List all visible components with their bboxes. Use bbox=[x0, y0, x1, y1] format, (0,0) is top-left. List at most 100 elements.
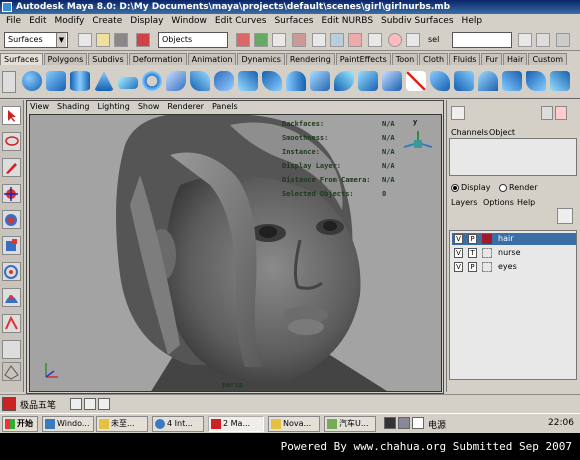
intersect-icon[interactable] bbox=[382, 71, 402, 91]
tray-icon-1[interactable] bbox=[384, 417, 396, 429]
new-scene-icon[interactable] bbox=[78, 33, 92, 47]
detach-surfaces-icon[interactable] bbox=[478, 71, 498, 91]
ime-punct-icon[interactable] bbox=[84, 398, 96, 410]
menu-file[interactable]: File bbox=[2, 14, 25, 28]
render-radio[interactable] bbox=[499, 184, 507, 192]
layers-menu[interactable]: Layers bbox=[451, 198, 477, 207]
taskbar-button-maya[interactable]: 2 Ma... bbox=[208, 416, 264, 432]
layer-color-swatch[interactable] bbox=[482, 234, 492, 244]
snap-point-icon[interactable] bbox=[348, 33, 362, 47]
panel-menu-panels[interactable]: Panels bbox=[212, 101, 246, 113]
panel-menu-show[interactable]: Show bbox=[138, 101, 168, 113]
show-manipulator-icon[interactable] bbox=[2, 314, 21, 333]
shelf-tab-subdivs[interactable]: Subdivs bbox=[88, 53, 128, 65]
shelf-tab-dynamics[interactable]: Dynamics bbox=[237, 53, 285, 65]
object-mode-field[interactable]: Objects bbox=[158, 32, 228, 48]
boundary-icon[interactable] bbox=[286, 71, 306, 91]
taskbar-button-windows[interactable]: Windo... bbox=[42, 416, 94, 432]
layer-color-swatch[interactable] bbox=[482, 262, 492, 272]
nurbs-cube-icon[interactable] bbox=[46, 71, 66, 91]
ime-logo-icon[interactable] bbox=[2, 397, 16, 411]
perspective-viewport[interactable]: Backfaces: N/A Smoothness: N/A Instance:… bbox=[29, 114, 442, 392]
layer-type-toggle[interactable]: P bbox=[468, 234, 477, 244]
layer-visibility-toggle[interactable]: V bbox=[454, 234, 463, 244]
snap-curve-icon[interactable] bbox=[330, 33, 344, 47]
layer-type-toggle[interactable]: T bbox=[468, 248, 477, 258]
layer-help-menu[interactable]: Help bbox=[517, 198, 535, 207]
shelf-tab-cloth[interactable]: Cloth bbox=[419, 53, 449, 65]
layer-row-eyes[interactable]: V P eyes bbox=[452, 261, 576, 273]
select-tool-icon[interactable] bbox=[2, 106, 21, 125]
panel-menu-view[interactable]: View bbox=[30, 101, 57, 113]
menu-subdiv-surfaces[interactable]: Subdiv Surfaces bbox=[377, 14, 458, 28]
shelf-tab-hair[interactable]: Hair bbox=[503, 53, 528, 65]
menu-window[interactable]: Window bbox=[167, 14, 211, 28]
shelf-menu-icon[interactable] bbox=[2, 71, 16, 93]
revolve-icon[interactable] bbox=[166, 71, 186, 91]
lattice-tool-icon[interactable] bbox=[2, 362, 21, 381]
nurbs-sphere-icon[interactable] bbox=[22, 71, 42, 91]
menu-help[interactable]: Help bbox=[458, 14, 487, 28]
tool-settings-icon[interactable] bbox=[536, 33, 550, 47]
select-joint-icon[interactable] bbox=[254, 33, 268, 47]
rotate-tool-icon[interactable] bbox=[2, 210, 21, 229]
align-surfaces-icon[interactable] bbox=[502, 71, 522, 91]
save-scene-icon[interactable] bbox=[114, 33, 128, 47]
move-tool-icon[interactable] bbox=[2, 184, 21, 203]
soft-modification-icon[interactable] bbox=[2, 288, 21, 307]
square-surface-icon[interactable] bbox=[310, 71, 330, 91]
display-radio[interactable] bbox=[451, 184, 459, 192]
paint-select-tool-icon[interactable] bbox=[2, 158, 21, 177]
tray-icon-3[interactable] bbox=[412, 417, 424, 429]
rebuild-surfaces-icon[interactable] bbox=[550, 71, 570, 91]
last-tool-icon[interactable] bbox=[2, 340, 21, 359]
ime-mode-icon[interactable] bbox=[70, 398, 82, 410]
select-surface-icon[interactable] bbox=[292, 33, 306, 47]
attribute-editor-icon[interactable] bbox=[518, 33, 532, 47]
menu-set-dropdown[interactable]: Surfaces ▼ bbox=[4, 32, 68, 48]
menu-create[interactable]: Create bbox=[88, 14, 126, 28]
layer-visibility-toggle[interactable]: V bbox=[454, 248, 463, 258]
create-layer-icon[interactable] bbox=[557, 208, 573, 224]
tray-icon-2[interactable] bbox=[398, 417, 410, 429]
nurbs-cone-icon[interactable] bbox=[94, 71, 114, 91]
select-curve-icon[interactable] bbox=[272, 33, 286, 47]
shelf-tab-animation[interactable]: Animation bbox=[187, 53, 237, 65]
layer-row-nurse[interactable]: V T nurse bbox=[452, 247, 576, 259]
shelf-tab-fluids[interactable]: Fluids bbox=[449, 53, 481, 65]
untrim-icon[interactable] bbox=[430, 71, 450, 91]
panel-menu-lighting[interactable]: Lighting bbox=[97, 101, 137, 113]
taskbar-button-car[interactable]: 汽车U... bbox=[324, 416, 376, 432]
menu-edit-nurbs[interactable]: Edit NURBS bbox=[317, 14, 377, 28]
trim-tool-icon[interactable] bbox=[406, 71, 426, 91]
start-button[interactable]: 开始 bbox=[2, 416, 38, 432]
panel-menu-renderer[interactable]: Renderer bbox=[167, 101, 212, 113]
shelf-tab-rendering[interactable]: Rendering bbox=[285, 53, 335, 65]
channel-box-area[interactable] bbox=[449, 138, 577, 176]
layer-type-toggle[interactable]: P bbox=[468, 262, 477, 272]
menu-surfaces[interactable]: Surfaces bbox=[270, 14, 317, 28]
select-by-hierarchy-icon[interactable] bbox=[136, 33, 150, 47]
bevel-icon[interactable] bbox=[334, 71, 354, 91]
shelf-tab-fur[interactable]: Fur bbox=[481, 53, 502, 65]
layer-color-swatch[interactable] bbox=[482, 248, 492, 258]
birail-icon[interactable] bbox=[262, 71, 282, 91]
shelf-tab-toon[interactable]: Toon bbox=[391, 53, 419, 65]
channel-box-toggle-icon[interactable] bbox=[451, 106, 465, 120]
taskbar-button-2[interactable]: 未至... bbox=[96, 416, 148, 432]
open-close-surfaces-icon[interactable] bbox=[526, 71, 546, 91]
tool-settings-toggle-icon[interactable] bbox=[555, 106, 567, 120]
loft-icon[interactable] bbox=[190, 71, 210, 91]
panel-menu-shading[interactable]: Shading bbox=[57, 101, 98, 113]
manipulator-tool-icon[interactable] bbox=[2, 262, 21, 281]
snap-grid-icon[interactable] bbox=[312, 33, 326, 47]
shelf-tab-painteffects[interactable]: PaintEffects bbox=[335, 53, 391, 65]
window-title-bar[interactable]: Autodesk Maya 8.0: D:\My Documents\maya\… bbox=[0, 0, 580, 14]
menu-modify[interactable]: Modify bbox=[51, 14, 89, 28]
render-icon[interactable] bbox=[388, 33, 402, 47]
layer-visibility-toggle[interactable]: V bbox=[454, 262, 463, 272]
extrude-icon[interactable] bbox=[214, 71, 234, 91]
layer-options-menu[interactable]: Options bbox=[483, 198, 514, 207]
project-curve-icon[interactable] bbox=[358, 71, 378, 91]
shelf-tab-surfaces[interactable]: Surfaces bbox=[0, 53, 43, 65]
